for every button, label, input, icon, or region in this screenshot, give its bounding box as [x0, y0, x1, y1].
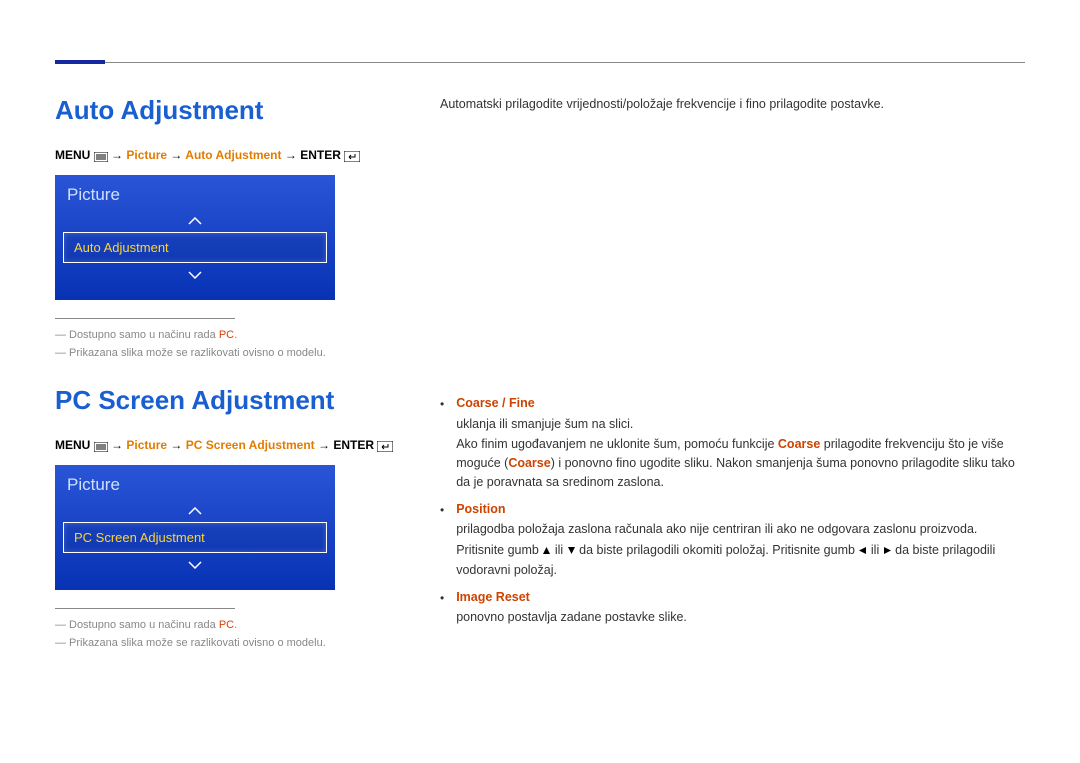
inline-coarse: Coarse — [778, 437, 820, 451]
bullet-dot-icon: • — [440, 394, 444, 492]
note-text: Dostupno samo u načinu rada — [69, 619, 219, 631]
menu-item-pc-screen-adjustment[interactable]: PC Screen Adjustment — [63, 522, 327, 553]
panel-title: Picture — [63, 473, 327, 499]
bullet-text: prilagodba položaja zaslona računala ako… — [456, 520, 1025, 539]
breadcrumb-enter: ENTER — [333, 438, 374, 452]
bullet-position: • Position prilagodba položaja zaslona r… — [440, 500, 1025, 580]
intro-text: Automatski prilagodite vrijednosti/polož… — [440, 95, 1025, 114]
bullet-text: Ako finim ugođavanjem ne uklonite šum, p… — [456, 435, 1025, 491]
note-pc-only: Dostupno samo u načinu rada PC. — [55, 619, 420, 631]
bullet-text: Ako finim ugođavanjem ne uklonite šum, p… — [456, 437, 778, 451]
divider — [55, 318, 235, 319]
note-pc: PC — [219, 619, 234, 631]
enter-icon — [344, 149, 360, 163]
bullet-label: Coarse / Fine — [456, 394, 1025, 413]
breadcrumb-arrow: → — [111, 148, 123, 162]
breadcrumb-pc-screen-adj: PC Screen Adjustment — [186, 438, 315, 452]
note-model-differs: Prikazana slika može se razlikovati ovis… — [55, 347, 420, 359]
bullet-text: uklanja ili smanjuje šum na slici. — [456, 415, 1025, 434]
bullet-text: ponovno postavlja zadane postavke slike. — [456, 608, 1025, 627]
bullet-dot-icon: • — [440, 588, 444, 628]
breadcrumb-auto-adjustment: MENU → Picture → Auto Adjustment → ENTER — [55, 148, 420, 163]
menu-panel-picture-1: Picture Auto Adjustment — [55, 175, 335, 300]
bullet-text: Pritisnite gumb ili da biste prilagodili… — [456, 541, 1025, 580]
panel-title: Picture — [63, 183, 327, 209]
bullet-text: Pritisnite gumb — [456, 543, 542, 557]
breadcrumb-menu: MENU — [55, 148, 90, 162]
bullet-dot-icon: • — [440, 500, 444, 580]
breadcrumb-arrow: → — [170, 148, 182, 162]
bullet-label: Position — [456, 500, 1025, 519]
menu-icon — [94, 149, 108, 163]
bullet-text: ili — [551, 543, 566, 557]
breadcrumb-picture: Picture — [126, 438, 167, 452]
menu-item-auto-adjustment[interactable]: Auto Adjustment — [63, 232, 327, 263]
breadcrumb-picture: Picture — [126, 148, 167, 162]
right-column: Automatski prilagodite vrijednosti/polož… — [440, 95, 1025, 655]
header-rule — [55, 62, 1025, 63]
divider — [55, 608, 235, 609]
bullet-text: da biste prilagodili okomiti položaj. Pr… — [576, 543, 859, 557]
triangle-down-icon — [567, 542, 576, 561]
chevron-up-icon[interactable] — [63, 209, 327, 232]
breadcrumb-menu: MENU — [55, 438, 90, 452]
section-title-pc-screen-adjustment: PC Screen Adjustment — [55, 385, 420, 416]
breadcrumb-enter: ENTER — [300, 148, 341, 162]
chevron-down-icon[interactable] — [63, 263, 327, 286]
note-text: . — [234, 619, 237, 631]
breadcrumb-arrow: → — [285, 148, 297, 162]
triangle-up-icon — [542, 542, 551, 561]
left-column: Auto Adjustment MENU → Picture → Auto Ad… — [55, 95, 440, 655]
note-model-differs: Prikazana slika može se razlikovati ovis… — [55, 637, 420, 649]
note-text: . — [234, 329, 237, 341]
triangle-right-icon — [883, 542, 892, 561]
menu-icon — [94, 439, 108, 453]
inline-coarse: Coarse — [508, 456, 550, 470]
bullet-text: ili — [867, 543, 882, 557]
bullet-image-reset: • Image Reset ponovno postavlja zadane p… — [440, 588, 1025, 628]
note-pc-only: Dostupno samo u načinu rada PC. — [55, 329, 420, 341]
breadcrumb-arrow: → — [318, 438, 330, 452]
note-text: Dostupno samo u načinu rada — [69, 329, 219, 341]
breadcrumb-arrow: → — [170, 438, 182, 452]
bullet-label: Image Reset — [456, 588, 1025, 607]
chevron-down-icon[interactable] — [63, 553, 327, 576]
header-accent — [55, 60, 105, 64]
note-pc: PC — [219, 329, 234, 341]
bullet-coarse-fine: • Coarse / Fine uklanja ili smanjuje šum… — [440, 394, 1025, 492]
breadcrumb-auto-adj: Auto Adjustment — [185, 148, 281, 162]
chevron-up-icon[interactable] — [63, 499, 327, 522]
breadcrumb-pc-screen-adjustment: MENU → Picture → PC Screen Adjustment → … — [55, 438, 420, 453]
enter-icon — [377, 439, 393, 453]
section-title-auto-adjustment: Auto Adjustment — [55, 95, 420, 126]
menu-panel-picture-2: Picture PC Screen Adjustment — [55, 465, 335, 590]
breadcrumb-arrow: → — [111, 438, 123, 452]
